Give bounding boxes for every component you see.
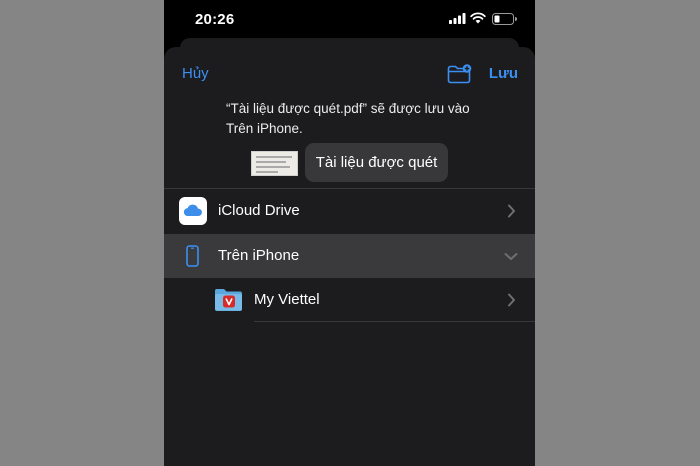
save-message-line2: Trên iPhone. bbox=[226, 121, 303, 136]
phone-screen: 20:26 Hủy Lưu “Tài liệu được quét.pdf” s… bbox=[164, 0, 535, 466]
location-row-icloud-drive[interactable]: iCloud Drive bbox=[164, 189, 535, 233]
iphone-icon bbox=[186, 245, 199, 267]
document-thumbnail bbox=[251, 151, 298, 176]
new-folder-icon[interactable] bbox=[447, 64, 473, 84]
battery-icon bbox=[492, 13, 517, 25]
icloud-drive-icon bbox=[179, 197, 207, 225]
location-label-my-viettel: My Viettel bbox=[254, 291, 320, 308]
cellular-signal-icon bbox=[449, 13, 466, 24]
chevron-down-icon bbox=[504, 253, 518, 260]
location-row-my-viettel[interactable]: My Viettel bbox=[164, 278, 535, 322]
cancel-button[interactable]: Hủy bbox=[182, 65, 209, 82]
file-name-field[interactable]: Tài liệu được quét bbox=[305, 143, 448, 182]
chevron-right-icon bbox=[508, 293, 515, 307]
save-button[interactable]: Lưu bbox=[489, 65, 518, 82]
chevron-right-icon bbox=[508, 204, 515, 218]
save-message: “Tài liệu được quét.pdf” sẽ được lưu vào… bbox=[226, 99, 526, 139]
location-row-on-iphone[interactable]: Trên iPhone bbox=[164, 234, 535, 278]
divider bbox=[254, 321, 535, 322]
save-message-line1: “Tài liệu được quét.pdf” sẽ được lưu vào bbox=[226, 101, 470, 116]
status-bar: 20:26 bbox=[164, 0, 535, 40]
wifi-icon bbox=[470, 12, 486, 24]
save-sheet: Hủy Lưu “Tài liệu được quét.pdf” sẽ được… bbox=[164, 47, 535, 466]
location-label-icloud-drive: iCloud Drive bbox=[218, 202, 300, 219]
folder-icon bbox=[215, 289, 242, 311]
location-label-on-iphone: Trên iPhone bbox=[218, 247, 300, 264]
status-time: 20:26 bbox=[195, 11, 235, 28]
